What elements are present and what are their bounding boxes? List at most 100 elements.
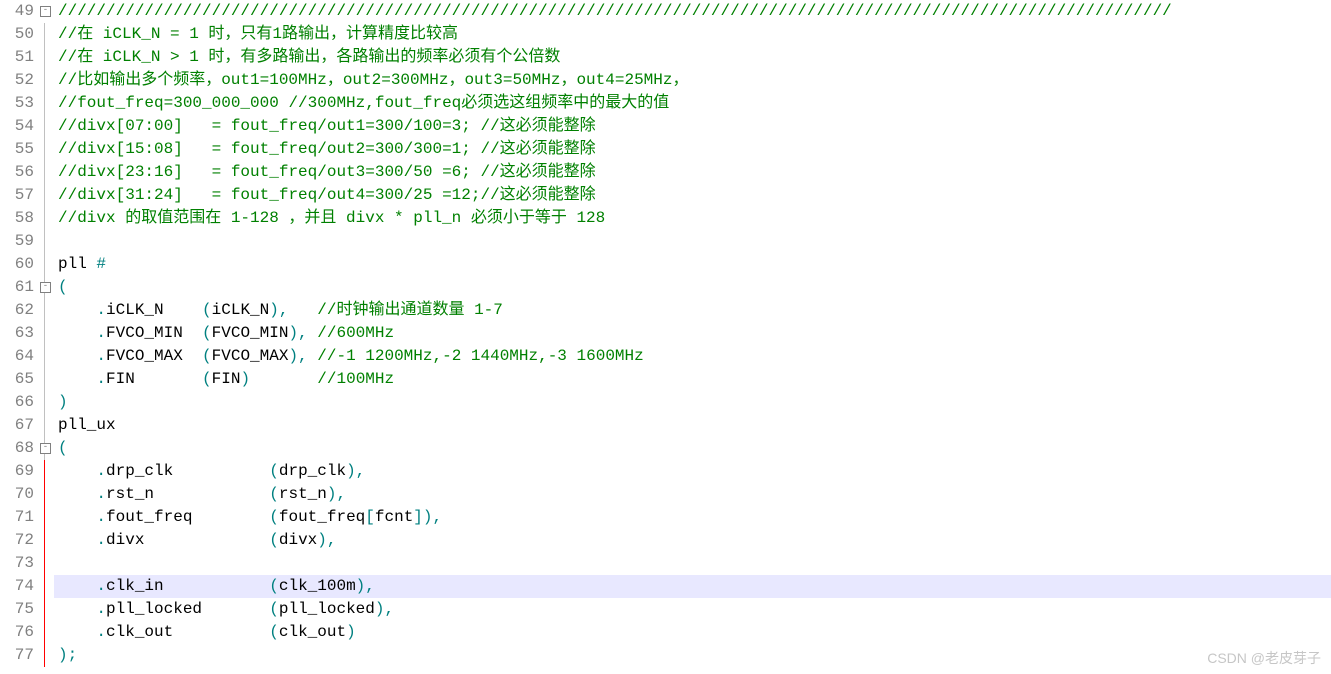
code-line[interactable]: //divx 的取值范围在 1-128 ，并且 divx * pll_n 必须小…: [54, 207, 1331, 230]
fold-cell: [38, 644, 54, 667]
code-token: .: [96, 600, 106, 618]
fold-column[interactable]: - - -: [38, 0, 54, 674]
code-line[interactable]: .rst_n (rst_n),: [54, 483, 1331, 506]
code-line[interactable]: .FVCO_MAX (FVCO_MAX), //-1 1200MHz,-2 14…: [54, 345, 1331, 368]
code-token: (: [269, 485, 279, 503]
line-number: 62: [0, 299, 34, 322]
code-token: [250, 370, 317, 388]
code-token: ): [346, 623, 356, 641]
code-line[interactable]: //divx[07:00] = fout_freq/out1=300/100=3…: [54, 115, 1331, 138]
code-line[interactable]: //在 iCLK_N > 1 时，有多路输出，各路输出的频率必须有个公倍数: [54, 46, 1331, 69]
code-token: clk_out: [106, 623, 269, 641]
code-token: ),: [317, 531, 336, 549]
code-token: ////////////////////////////////////////…: [58, 2, 1172, 20]
code-line[interactable]: //divx[23:16] = fout_freq/out3=300/50 =6…: [54, 161, 1331, 184]
fold-toggle-icon[interactable]: -: [40, 282, 51, 293]
fold-cell: [38, 345, 54, 368]
line-number: 66: [0, 391, 34, 414]
fold-cell: [38, 253, 54, 276]
code-line[interactable]: (: [54, 437, 1331, 460]
code-token: (: [269, 600, 279, 618]
code-line[interactable]: //在 iCLK_N = 1 时，只有1路输出，计算精度比较高: [54, 23, 1331, 46]
code-token: .: [96, 531, 106, 549]
code-token: .: [96, 324, 106, 342]
code-token: //时钟输出通道数量 1-7: [317, 301, 503, 319]
code-line[interactable]: pll_ux: [54, 414, 1331, 437]
fold-cell: [38, 23, 54, 46]
code-token: [58, 370, 96, 388]
fold-toggle-icon[interactable]: -: [40, 443, 51, 454]
line-number: 69: [0, 460, 34, 483]
code-token: fout_freq: [106, 508, 269, 526]
code-line[interactable]: ////////////////////////////////////////…: [54, 0, 1331, 23]
code-token: (: [269, 531, 279, 549]
code-token: (: [202, 347, 212, 365]
code-token: //divx[15:08] = fout_freq/out2=300/300=1…: [58, 140, 596, 158]
fold-cell: -: [38, 0, 54, 23]
code-line[interactable]: //divx[15:08] = fout_freq/out2=300/300=1…: [54, 138, 1331, 161]
code-token: [58, 577, 96, 595]
code-line[interactable]: ): [54, 391, 1331, 414]
code-token: [58, 462, 96, 480]
fold-cell: [38, 46, 54, 69]
code-line[interactable]: //fout_freq=300_000_000 //300MHz,fout_fr…: [54, 92, 1331, 115]
code-token: (: [58, 439, 68, 457]
fold-cell: -: [38, 276, 54, 299]
code-line[interactable]: );: [54, 644, 1331, 667]
code-token: .: [96, 462, 106, 480]
code-line[interactable]: .clk_out (clk_out): [54, 621, 1331, 644]
line-number: 58: [0, 207, 34, 230]
code-line[interactable]: [54, 230, 1331, 253]
code-line[interactable]: .pll_locked (pll_locked),: [54, 598, 1331, 621]
code-line[interactable]: .clk_in (clk_100m),: [54, 575, 1331, 598]
fold-toggle-icon[interactable]: -: [40, 6, 51, 17]
line-number: 72: [0, 529, 34, 552]
line-number: 67: [0, 414, 34, 437]
code-line[interactable]: //divx[31:24] = fout_freq/out4=300/25 =1…: [54, 184, 1331, 207]
code-token: FVCO_MAX: [212, 347, 289, 365]
code-line[interactable]: .fout_freq (fout_freq[fcnt]),: [54, 506, 1331, 529]
line-number: 75: [0, 598, 34, 621]
fold-cell: [38, 506, 54, 529]
code-token: [58, 623, 96, 641]
code-token: [58, 485, 96, 503]
line-number: 71: [0, 506, 34, 529]
code-line[interactable]: (: [54, 276, 1331, 299]
fold-cell: -: [38, 437, 54, 460]
code-line[interactable]: .divx (divx),: [54, 529, 1331, 552]
code-token: (: [58, 278, 68, 296]
code-token: //fout_freq=300_000_000 //300MHz,fout_fr…: [58, 94, 669, 112]
fold-cell: [38, 322, 54, 345]
code-token: [58, 347, 96, 365]
code-token: [58, 508, 96, 526]
code-editor[interactable]: 4950515253545556575859606162636465666768…: [0, 0, 1331, 674]
code-line[interactable]: .iCLK_N (iCLK_N), //时钟输出通道数量 1-7: [54, 299, 1331, 322]
code-line[interactable]: pll #: [54, 253, 1331, 276]
code-token: .: [96, 485, 106, 503]
fold-cell: [38, 69, 54, 92]
code-token: [58, 531, 96, 549]
line-number: 77: [0, 644, 34, 667]
code-line[interactable]: [54, 552, 1331, 575]
line-number: 53: [0, 92, 34, 115]
line-number: 60: [0, 253, 34, 276]
code-line[interactable]: .FVCO_MIN (FVCO_MIN), //600MHz: [54, 322, 1331, 345]
code-token: //divx[31:24] = fout_freq/out4=300/25 =1…: [58, 186, 596, 204]
code-line[interactable]: .FIN (FIN) //100MHz: [54, 368, 1331, 391]
code-token: ),: [375, 600, 394, 618]
line-number: 54: [0, 115, 34, 138]
code-line[interactable]: //比如输出多个频率，out1=100MHz，out2=300MHz，out3=…: [54, 69, 1331, 92]
code-token: //比如输出多个频率，out1=100MHz，out2=300MHz，out3=…: [58, 71, 688, 89]
code-token: rst_n: [106, 485, 269, 503]
line-number: 65: [0, 368, 34, 391]
code-token: .: [96, 508, 106, 526]
code-line[interactable]: .drp_clk (drp_clk),: [54, 460, 1331, 483]
code-token: [58, 600, 96, 618]
code-token: .: [96, 347, 106, 365]
code-token: FVCO_MAX: [106, 347, 202, 365]
code-token: //-1 1200MHz,-2 1440MHz,-3 1600MHz: [317, 347, 643, 365]
fold-cell: [38, 115, 54, 138]
code-area[interactable]: ////////////////////////////////////////…: [54, 0, 1331, 674]
code-token: divx: [279, 531, 317, 549]
code-token: pll_locked: [279, 600, 375, 618]
